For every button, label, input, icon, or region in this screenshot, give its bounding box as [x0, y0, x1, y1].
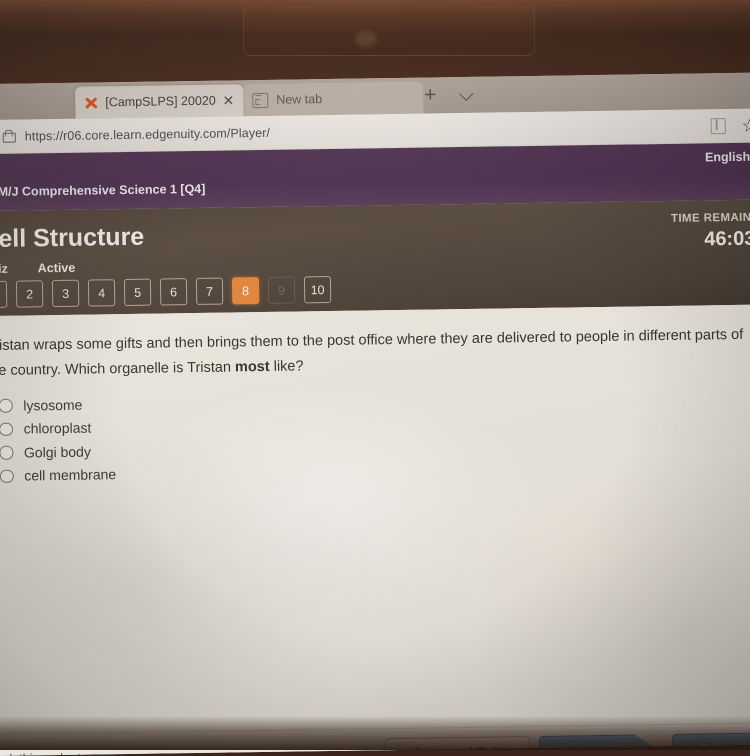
book-icon[interactable] [710, 118, 725, 134]
tab-title: [CampSLPS] 2002040-M [105, 94, 216, 110]
question-button-4[interactable]: 4 [88, 279, 115, 306]
time-remaining-label: TIME REMAINING [671, 211, 750, 225]
mark-and-return-link[interactable]: Mark this and return [0, 750, 99, 755]
monitor-screen: [CampSLPS] 2002040-M ✕ New tab + https:/… [0, 73, 750, 756]
page-title: Cell Structure [0, 223, 144, 254]
question-button-8[interactable]: 8 [232, 277, 259, 304]
question-button-6[interactable]: 6 [160, 278, 187, 305]
question-text-part2: like? [270, 358, 304, 375]
url-text: https://r06.core.learn.edgenuity.com/Pla… [25, 125, 270, 143]
answer-option-label: cell membrane [24, 466, 116, 483]
radio-button-icon[interactable] [0, 422, 13, 436]
browser-toolbar-icons: ☆ [710, 109, 750, 143]
question-button-3[interactable]: 3 [52, 280, 79, 307]
save-and-exit-button[interactable]: Save and Exit [385, 736, 530, 756]
question-button-10[interactable]: 10 [304, 276, 331, 303]
bezel-glare-dot [355, 31, 377, 47]
submit-button[interactable]: Submit [672, 732, 750, 755]
bezel-reflection [243, 6, 535, 56]
x-mark-icon [84, 95, 98, 109]
answer-option[interactable]: Golgi body [0, 439, 116, 464]
question-text-part1: Tristan wraps some gifts and then brings… [0, 327, 743, 379]
answer-option[interactable]: chloroplast [0, 416, 116, 441]
answer-option-label: Golgi body [24, 443, 91, 460]
lock-icon [3, 130, 14, 143]
photo-backdrop: [CampSLPS] 2002040-M ✕ New tab + https:/… [0, 0, 750, 750]
radio-button-icon[interactable] [0, 446, 13, 460]
question-button-5[interactable]: 5 [124, 279, 151, 306]
question-navigator: 123456789 10 [0, 276, 331, 308]
quiz-kind-label: Quiz [0, 262, 8, 276]
close-icon[interactable]: ✕ [222, 93, 234, 107]
time-remaining-value: 46:03 [704, 228, 750, 252]
answer-option[interactable]: cell membrane [0, 463, 116, 488]
question-button-2[interactable]: 2 [16, 280, 43, 307]
monitor-bezel [0, 0, 750, 86]
question-text-emphasis: most [235, 359, 270, 376]
star-icon[interactable]: ☆ [741, 116, 750, 134]
browser-tab-active[interactable]: [CampSLPS] 2002040-M ✕ [75, 84, 243, 118]
quiz-header: Cell Structure Quiz Active TIME REMAININ… [0, 199, 750, 315]
question-button-9[interactable]: 9 [268, 276, 295, 303]
question-button-7[interactable]: 7 [196, 278, 223, 305]
answer-option[interactable]: lysosome [0, 392, 115, 417]
next-button[interactable]: Next [539, 734, 659, 756]
question-text: Tristan wraps some gifts and then brings… [0, 323, 748, 384]
new-tab-button[interactable]: + [424, 84, 437, 105]
course-title: 40-M/J Comprehensive Science 1 [Q4] [0, 182, 205, 199]
page-icon [252, 92, 268, 107]
question-button-1[interactable]: 1 [0, 281, 7, 308]
browser-tab-new[interactable]: New tab [243, 82, 423, 117]
answer-options: lysosome chloroplast Golgi body cell membra… [0, 392, 116, 488]
language-label[interactable]: English [705, 150, 750, 165]
radio-button-icon[interactable] [0, 469, 13, 483]
tab-title: New tab [276, 91, 414, 107]
chevron-down-icon[interactable] [460, 88, 473, 101]
question-content: Tristan wraps some gifts and then brings… [0, 304, 750, 733]
radio-button-icon[interactable] [0, 399, 12, 413]
quiz-state-label: Active [38, 261, 76, 276]
answer-option-label: chloroplast [23, 420, 91, 437]
answer-option-label: lysosome [23, 396, 82, 413]
